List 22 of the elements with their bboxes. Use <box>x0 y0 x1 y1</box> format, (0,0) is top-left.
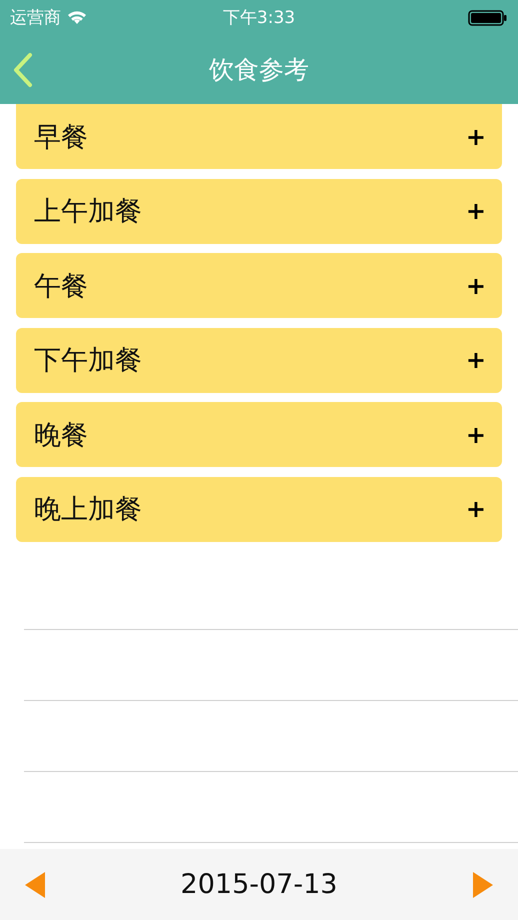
add-button[interactable]: + <box>466 346 486 374</box>
previous-icon[interactable] <box>25 872 45 898</box>
date-label: 2015-07-13 <box>180 869 338 900</box>
meal-row[interactable]: 上午加餐 + <box>16 178 502 244</box>
next-icon[interactable] <box>472 872 493 898</box>
meal-row[interactable]: 下午加餐 + <box>16 328 502 392</box>
meal-row[interactable]: 晚餐 + <box>16 402 502 467</box>
wifi-icon <box>67 10 87 25</box>
chevron-left-icon <box>12 52 34 88</box>
add-button[interactable]: + <box>466 420 486 448</box>
status-time: 下午3:33 <box>222 7 296 29</box>
carrier-name: 运营商 <box>10 7 61 29</box>
meal-row[interactable]: 晚上加餐 + <box>16 476 502 542</box>
back-button[interactable] <box>12 52 34 88</box>
battery-icon <box>468 10 508 26</box>
add-button[interactable]: + <box>466 495 486 523</box>
add-button[interactable]: + <box>466 197 486 225</box>
nav-title: 饮食参考 <box>209 54 309 86</box>
add-button[interactable]: + <box>466 122 486 150</box>
meal-row[interactable]: 午餐 + <box>16 253 502 318</box>
meal-row[interactable]: 早餐 + <box>16 104 502 169</box>
add-button[interactable]: + <box>466 272 486 300</box>
